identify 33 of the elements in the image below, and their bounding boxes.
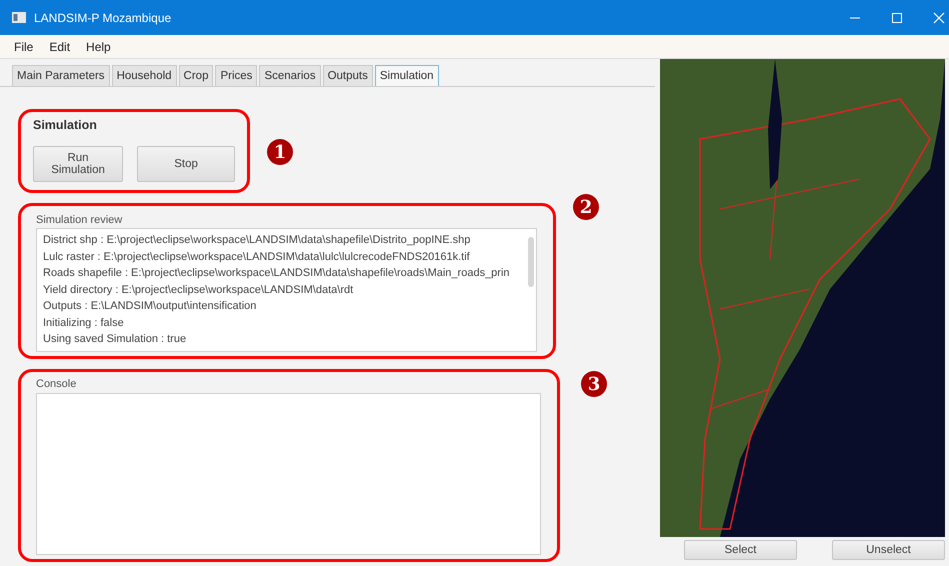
map-button[interactable]: Select — [684, 540, 797, 560]
tab[interactable]: Household — [112, 65, 177, 86]
tab[interactable]: Scenarios — [259, 65, 321, 86]
review-line: Initializing : false — [43, 316, 125, 330]
review-line: Lulc raster : E:\project\eclipse\workspace\LANDSIM\data\lulc\lulcrecodeFNDS20161k.tif — [43, 250, 471, 264]
review-line: Outputs : E:\LANDSIM\output\intensification — [43, 299, 258, 314]
callout-number: 1 — [267, 139, 293, 165]
field-label: Simulation review — [36, 214, 124, 226]
review-line: Roads shapefile : E:\project\eclipse\workspace\LANDSIM\data\shapefile\roads\Main_roads_prin — [43, 266, 511, 281]
callout-number: 3 — [581, 371, 607, 397]
tab[interactable]: Prices — [215, 65, 258, 86]
menu-item[interactable]: Help — [86, 40, 111, 54]
field-label: Console — [36, 378, 78, 390]
menu-item[interactable]: File — [14, 40, 34, 54]
tab[interactable]: Outputs — [322, 65, 373, 86]
review-line: Using saved Simulation : true — [43, 332, 188, 347]
simulation-button[interactable]: Stop — [137, 146, 235, 182]
window-title: LANDSIM-P Mozambique — [34, 10, 172, 24]
app-icon — [12, 12, 26, 23]
section-heading: Simulation — [33, 118, 98, 132]
scrollbar[interactable] — [528, 237, 534, 287]
simulation-button[interactable]: Run Simulation — [33, 146, 124, 182]
tab[interactable]: Simulation — [374, 65, 439, 86]
maximize-icon[interactable] — [891, 12, 903, 24]
review-line: District shp : E:\project\eclipse\workspace\LANDSIM\data\shapefile\Distrito_popINE.shp — [43, 233, 472, 248]
callout-number: 2 — [573, 194, 599, 220]
close-icon[interactable] — [933, 12, 945, 24]
tab[interactable]: Main Parameters — [12, 65, 110, 86]
review-text-area[interactable] — [36, 228, 537, 352]
review-line: Yield directory : E:\project\eclipse\workspace\LANDSIM\data\rdt — [43, 282, 354, 298]
tab[interactable]: Crop — [178, 65, 214, 86]
menu-item[interactable]: Edit — [49, 40, 70, 54]
map-button[interactable]: Unselect — [832, 540, 945, 560]
